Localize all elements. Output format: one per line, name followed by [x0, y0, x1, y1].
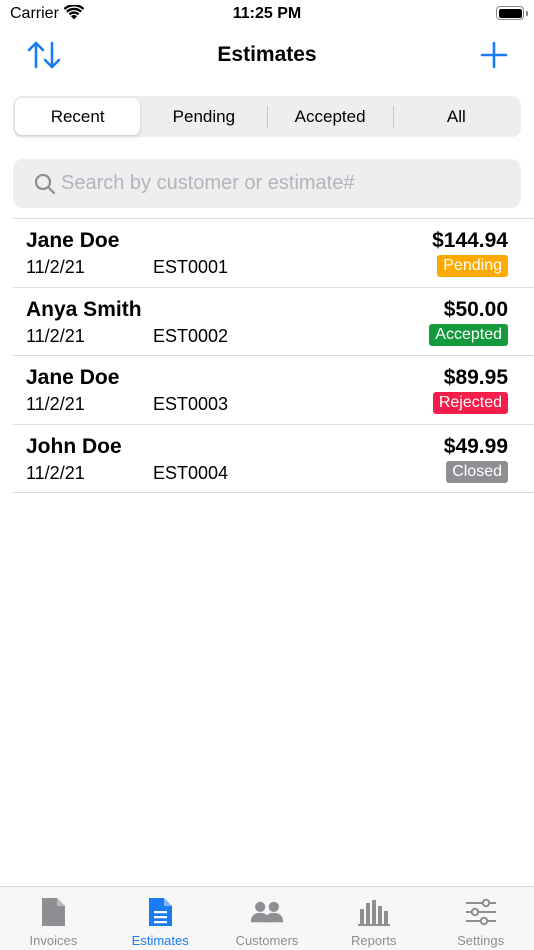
battery-icon: [496, 6, 524, 20]
status-badge: Accepted: [429, 323, 508, 346]
add-estimate-button[interactable]: [480, 41, 508, 69]
segment-all[interactable]: All: [394, 98, 519, 135]
customer-name: John Doe: [26, 434, 122, 458]
plus-icon: [480, 41, 508, 69]
status-bar: Carrier 11:25 PM: [0, 0, 534, 28]
estimate-row[interactable]: Jane Doe 11/2/21 EST0001 $144.94 Pending: [13, 219, 534, 288]
tab-label: Customers: [235, 933, 299, 948]
tab-label: Reports: [351, 933, 397, 948]
estimate-row[interactable]: John Doe 11/2/21 EST0004 $49.99 Closed: [13, 425, 534, 493]
status-time: 11:25 PM: [232, 5, 302, 22]
tab-estimates[interactable]: Estimates: [107, 887, 214, 950]
tab-label: Invoices: [29, 933, 78, 948]
segment-label: Recent: [50, 106, 105, 126]
status-badge: Pending: [437, 255, 508, 277]
segment-label: All: [446, 106, 466, 126]
segment-label: Pending: [172, 106, 236, 126]
battery-cap: [526, 11, 528, 16]
bar-chart-icon: [357, 895, 391, 929]
customer-name: Jane Doe: [26, 366, 120, 389]
estimate-number: EST0002: [153, 325, 229, 346]
estimate-amount: $144.94: [432, 229, 508, 252]
tab-settings[interactable]: Settings: [427, 887, 534, 950]
segment-label: Accepted: [294, 106, 366, 126]
navigation-bar: Estimates: [0, 30, 534, 80]
tab-reports[interactable]: Reports: [320, 887, 427, 950]
people-icon: [250, 895, 284, 929]
search-icon: [34, 173, 56, 194]
document-lines-icon: [143, 895, 177, 929]
customer-name: Jane Doe: [26, 229, 120, 252]
estimate-number: EST0001: [153, 257, 229, 277]
estimate-date: 11/2/21: [26, 325, 85, 346]
filter-segmented-control: Recent Pending Accepted All: [13, 96, 521, 137]
estimate-row[interactable]: Anya Smith 11/2/21 EST0002 $50.00 Accept…: [13, 288, 534, 356]
estimate-date: 11/2/21: [26, 462, 85, 483]
document-icon: [36, 895, 70, 929]
segment-accepted[interactable]: Accepted: [268, 98, 393, 135]
customer-name: Anya Smith: [26, 297, 142, 321]
sliders-icon: [464, 895, 498, 929]
tab-bar: Invoices Estimates Customers Reports Set…: [0, 886, 534, 950]
estimate-date: 11/2/21: [26, 257, 85, 277]
estimate-number: EST0004: [153, 462, 229, 483]
estimate-amount: $89.95: [443, 366, 508, 389]
segment-pending[interactable]: Pending: [141, 98, 266, 135]
estimates-list: Jane Doe 11/2/21 EST0001 $144.94 Pending…: [13, 218, 534, 493]
estimate-amount: $49.99: [443, 434, 508, 458]
estimate-amount: $50.00: [443, 297, 508, 321]
estimate-row[interactable]: Jane Doe 11/2/21 EST0003 $89.95 Rejected: [13, 356, 534, 425]
status-badge: Rejected: [432, 392, 508, 414]
estimate-date: 11/2/21: [26, 394, 85, 414]
status-badge: Closed: [446, 460, 508, 483]
estimate-number: EST0003: [153, 394, 229, 414]
page-title: Estimates: [217, 43, 317, 66]
tab-customers[interactable]: Customers: [214, 887, 321, 950]
tab-invoices[interactable]: Invoices: [0, 887, 107, 950]
segment-recent[interactable]: Recent: [15, 98, 141, 135]
tab-label: Settings: [457, 933, 505, 948]
search-bar[interactable]: [13, 159, 521, 208]
search-input[interactable]: [61, 172, 501, 195]
tab-label: Estimates: [131, 933, 189, 948]
